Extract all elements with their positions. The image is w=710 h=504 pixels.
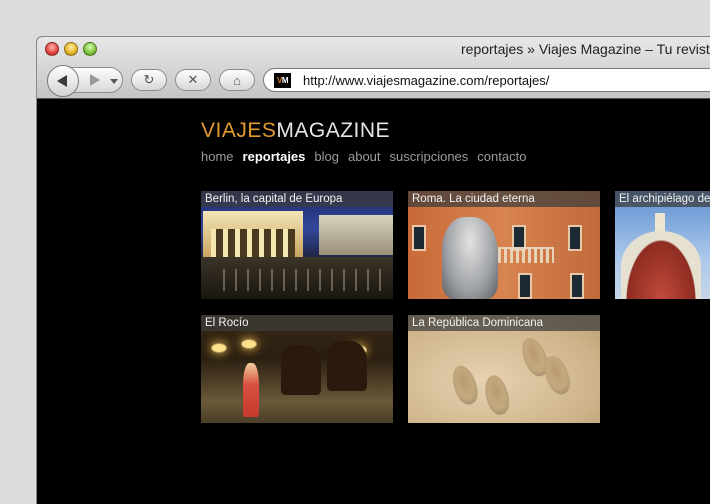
forward-arrow-icon[interactable] <box>90 74 100 86</box>
tile-image <box>211 343 227 353</box>
address-bar[interactable]: VM http://www.viajesmagazine.com/reporta… <box>263 68 710 92</box>
tile-image <box>243 363 259 417</box>
nav-home[interactable]: home <box>201 149 234 164</box>
article-caption: Berlin, la capital de Europa <box>201 191 393 207</box>
article-caption: La República Dominicana <box>408 315 600 331</box>
tile-image <box>498 247 554 263</box>
close-window-button[interactable] <box>45 42 59 56</box>
main-nav: home reportajes blog about suscripciones… <box>201 149 526 164</box>
article-tile-el-rocio[interactable]: El Rocío <box>201 315 393 423</box>
title-bar: reportajes » Viajes Magazine – Tu revist… <box>37 37 710 99</box>
minimize-window-button[interactable] <box>64 42 78 56</box>
back-arrow-icon <box>56 75 67 87</box>
reload-button[interactable]: ↻ <box>131 69 167 91</box>
zoom-window-button[interactable] <box>83 42 97 56</box>
site-favicon-icon: VM <box>274 72 291 88</box>
article-tile-roma[interactable]: Roma. La ciudad eterna <box>408 191 600 299</box>
tile-image <box>448 362 482 408</box>
browser-window: reportajes » Viajes Magazine – Tu revist… <box>36 36 710 504</box>
home-button[interactable]: ⌂ <box>219 69 255 91</box>
nav-contacto[interactable]: contacto <box>477 149 526 164</box>
tile-image <box>241 339 257 349</box>
tile-image <box>213 269 383 291</box>
favicon-letter-m: M <box>281 75 289 85</box>
article-tile-archipielago[interactable]: El archipiélago de <box>615 191 710 299</box>
browser-toolbar: ↻ ✕ ⌂ VM http://www.viajesmagazine.com/r… <box>37 63 710 97</box>
article-caption: El Rocío <box>201 315 393 331</box>
logo-part-viajes: VIAJES <box>201 119 277 142</box>
stop-button[interactable]: ✕ <box>175 69 211 91</box>
stop-icon: ✕ <box>187 72 199 87</box>
tile-image <box>570 273 584 299</box>
article-tile-berlin[interactable]: Berlin, la capital de Europa <box>201 191 393 299</box>
logo-part-magazine: MAGAZINE <box>276 119 391 142</box>
web-page: VIAJESMAGAZINE home reportajes blog abou… <box>37 99 710 504</box>
site-logo[interactable]: VIAJESMAGAZINE <box>201 119 390 143</box>
article-tile-republica-dominicana[interactable]: La República Dominicana <box>408 315 600 423</box>
history-dropdown-icon[interactable] <box>110 79 118 84</box>
tile-image <box>518 273 532 299</box>
tile-image <box>203 211 303 257</box>
nav-reportajes[interactable]: reportajes <box>243 149 306 164</box>
nav-blog[interactable]: blog <box>314 149 339 164</box>
article-caption: El archipiélago de <box>615 191 710 207</box>
window-title: reportajes » Viajes Magazine – Tu revist <box>461 41 710 57</box>
tile-image <box>481 372 513 418</box>
tile-image <box>621 231 701 299</box>
tile-image <box>568 225 582 251</box>
url-text[interactable]: http://www.viajesmagazine.com/reportajes… <box>303 73 549 88</box>
back-forward-control <box>47 65 123 97</box>
nav-suscripciones[interactable]: suscripciones <box>390 149 469 164</box>
reload-icon: ↻ <box>143 72 155 87</box>
back-button[interactable] <box>47 65 79 97</box>
tile-image <box>412 225 426 251</box>
tile-image <box>539 352 575 398</box>
tile-image <box>319 215 393 255</box>
article-caption: Roma. La ciudad eterna <box>408 191 600 207</box>
tile-image <box>327 341 367 391</box>
tile-image <box>442 217 498 299</box>
tile-image <box>281 345 321 395</box>
window-controls <box>45 42 97 56</box>
nav-about[interactable]: about <box>348 149 381 164</box>
home-icon: ⌂ <box>233 72 241 88</box>
